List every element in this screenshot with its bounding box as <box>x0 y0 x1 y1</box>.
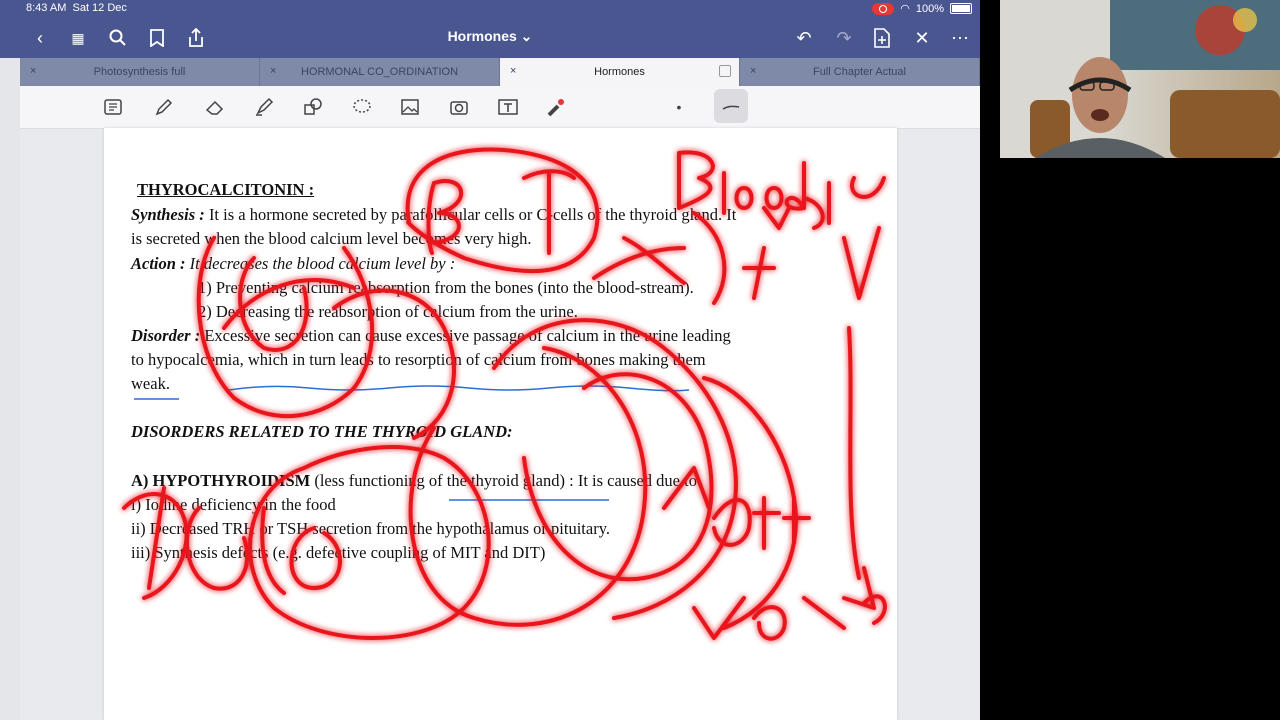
stroke-style-icon[interactable] <box>718 94 744 120</box>
synthesis-line: Synthesis : It is a hormone secreted by … <box>131 205 737 224</box>
tab-bar: × Photosynthesis full × HORMONAL CO_ORDINA… <box>20 58 980 86</box>
pen-size-dot-icon[interactable]: • <box>666 94 692 120</box>
tab-hormonal-coordination[interactable]: × HORMONAL CO_ORDINATION <box>260 58 500 86</box>
status-right: ◠ 100% <box>872 2 972 15</box>
screen-record-icon <box>872 2 895 15</box>
disorder-line-3: weak. <box>131 374 170 393</box>
action-item-2: 2) Decreasing the reabsorption of calciu… <box>198 302 578 321</box>
pen-icon[interactable] <box>151 94 177 120</box>
tab-close-icon[interactable]: × <box>510 65 516 77</box>
wifi-icon: ◠ <box>900 3 910 15</box>
action-item-1: 1) Preventing calcium reabsorption from … <box>198 278 694 297</box>
webcam-overlay <box>1000 0 1280 158</box>
status-time: 8:43 AM Sat 12 Dec <box>26 2 127 14</box>
add-page-icon[interactable] <box>870 26 894 50</box>
disorder-line: Disorder : Excessive secretion can cause… <box>131 326 731 345</box>
split-view-icon[interactable] <box>719 65 731 77</box>
close-icon[interactable]: ✕ <box>910 26 934 50</box>
laser-pointer-icon[interactable] <box>543 94 569 120</box>
camera-icon[interactable] <box>446 94 472 120</box>
document-page[interactable]: THYROCALCITONIN : Synthesis : It is a ho… <box>104 128 897 720</box>
action-line: Action : It decreases the blood calcium … <box>131 254 456 273</box>
cause-2: ii) Decreased TRH or TSH secretion from … <box>131 519 610 538</box>
webcam-feed <box>1000 0 1280 158</box>
eraser-icon[interactable] <box>202 94 228 120</box>
disorders-heading: DISORDERS RELATED TO THE THYROID GLAND: <box>131 422 513 441</box>
shapes-icon[interactable] <box>300 94 326 120</box>
heading-thyrocalcitonin: THYROCALCITONIN : <box>137 180 315 199</box>
tab-close-icon[interactable]: × <box>270 65 276 77</box>
left-margin <box>0 58 20 720</box>
highlighter-icon[interactable] <box>251 94 277 120</box>
nav-bar: ‹ ▦ Hormones ⌄ ↶ ↷ ✕ ⋯ <box>0 18 980 58</box>
redo-icon[interactable]: ↷ <box>832 26 856 50</box>
reader-icon[interactable] <box>100 94 126 120</box>
drawing-toolbar: • <box>20 86 980 129</box>
ipad-screen: 8:43 AM Sat 12 Dec ◠ 100% ‹ ▦ Hormones ⌄… <box>0 0 980 720</box>
status-bar: 8:43 AM Sat 12 Dec ◠ 100% <box>0 0 980 18</box>
cause-3: iii) Synthesis defects (e.g. defective c… <box>131 543 546 562</box>
tab-close-icon[interactable]: × <box>30 65 36 77</box>
battery-percent: 100% <box>915 2 944 15</box>
image-icon[interactable] <box>397 94 423 120</box>
battery-icon <box>950 3 972 14</box>
synthesis-line-2: is secreted when the blood calcium level… <box>131 229 532 248</box>
document-text: THYROCALCITONIN : Synthesis : It is a ho… <box>104 128 897 720</box>
tab-full-chapter[interactable]: × Full Chapter Actual <box>740 58 980 86</box>
undo-icon[interactable]: ↶ <box>792 26 816 50</box>
lasso-icon[interactable] <box>349 94 375 120</box>
text-icon[interactable] <box>495 94 521 120</box>
more-icon[interactable]: ⋯ <box>948 26 972 50</box>
tab-photosynthesis[interactable]: × Photosynthesis full <box>20 58 260 86</box>
tab-close-icon[interactable]: × <box>750 65 756 77</box>
hypothyroidism-line: A) HYPOTHYROIDISM (less functioning of t… <box>131 471 697 490</box>
tab-hormones[interactable]: × Hormones <box>500 58 740 86</box>
disorder-line-2: to hypocalcemia, which in turn leads to … <box>131 350 706 369</box>
cause-1: i) Iodine deficiency in the food <box>131 495 336 514</box>
